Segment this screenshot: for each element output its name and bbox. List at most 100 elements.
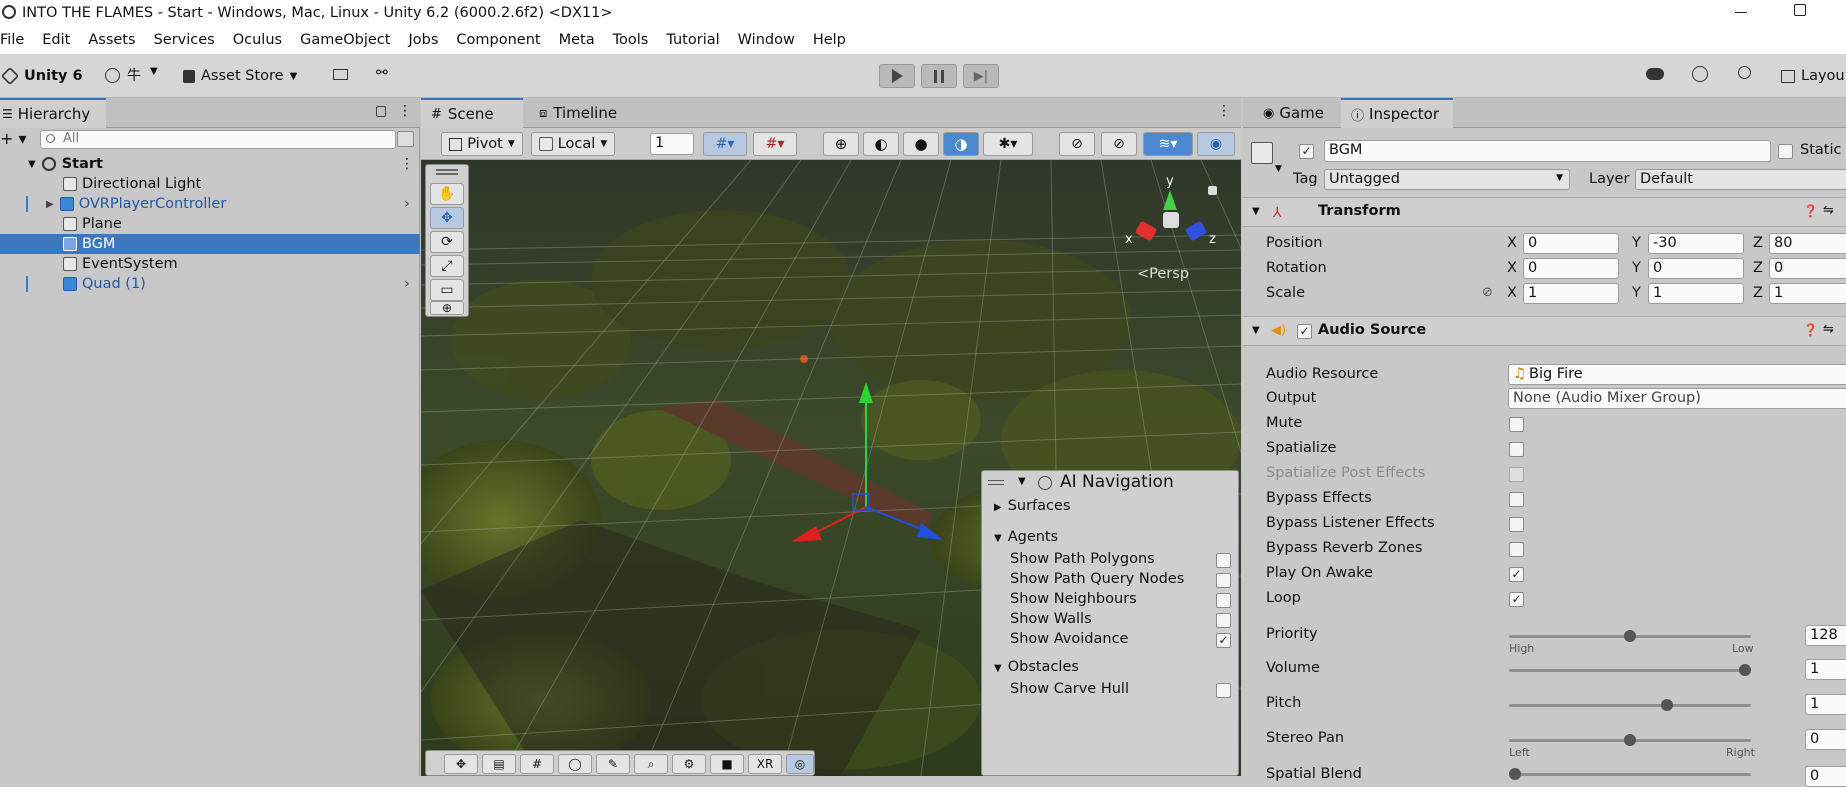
object-name-input[interactable]: BGM: [1324, 140, 1771, 162]
more-icon[interactable]: ⋮: [1217, 103, 1231, 119]
agents-foldout[interactable]: ▼ Agents: [994, 529, 1058, 545]
fx-toggle-icon[interactable]: ⊘: [1101, 132, 1137, 156]
output-field[interactable]: None (Audio Mixer Group): [1508, 388, 1846, 409]
collab-icon[interactable]: 牛: [127, 65, 141, 85]
rotation-y-input[interactable]: 0: [1648, 258, 1744, 279]
hierarchy-item-directional-light[interactable]: Directional Light: [0, 174, 420, 194]
tab-inspector[interactable]: ⓘ Inspector: [1341, 98, 1453, 128]
hierarchy-item-ovrplayercontroller[interactable]: ▶ OVRPlayerController ›: [0, 194, 420, 214]
tab-scene[interactable]: # Scene: [421, 98, 523, 128]
audio-source-enabled-checkbox[interactable]: ✓: [1297, 324, 1312, 339]
search-icon[interactable]: [1738, 66, 1751, 79]
play-button[interactable]: [879, 64, 915, 88]
rotation-x-input[interactable]: 0: [1523, 258, 1619, 279]
position-z-input[interactable]: 80: [1769, 233, 1846, 254]
position-y-axis-label[interactable]: Y: [1632, 235, 1641, 251]
scale-z-axis-label[interactable]: Z: [1753, 285, 1763, 301]
debug-draw-dropdown[interactable]: ✱▾: [983, 132, 1033, 156]
scale-y-axis-label[interactable]: Y: [1632, 285, 1641, 301]
persp-label[interactable]: <Persp: [1137, 266, 1189, 282]
shading-lit-button[interactable]: ◑: [943, 132, 979, 156]
agent-option-checkbox[interactable]: [1216, 613, 1231, 628]
menu-gameobject[interactable]: GameObject: [291, 32, 399, 48]
tab-timeline[interactable]: ⧈ Timeline: [529, 98, 627, 128]
overlay-tool-icon[interactable]: ⌕: [634, 754, 668, 774]
volume-slider-knob[interactable]: [1739, 664, 1751, 676]
audio-toggle-icon[interactable]: ⊘: [1059, 132, 1095, 156]
agent-option-checkbox[interactable]: ✓: [1216, 633, 1231, 648]
audio-check-checkbox[interactable]: ✓: [1509, 592, 1524, 607]
global-icon-button[interactable]: ⊕: [823, 132, 859, 156]
overlay-drag-handle[interactable]: [436, 169, 458, 175]
overlay-tool-icon[interactable]: ◯: [558, 754, 592, 774]
obstacles-foldout[interactable]: ▼ Obstacles: [994, 659, 1079, 675]
active-checkbox[interactable]: ✓: [1299, 144, 1314, 159]
user-icon[interactable]: [105, 68, 120, 83]
overlay-tool-icon[interactable]: ✥: [444, 754, 478, 774]
local-dropdown[interactable]: Local ▼: [531, 132, 615, 156]
menu-window[interactable]: Window: [729, 32, 804, 48]
transform-tool-icon[interactable]: ⊕: [430, 301, 464, 315]
scale-x-input[interactable]: 1: [1523, 283, 1619, 304]
add-icon[interactable]: + ▾: [0, 129, 27, 148]
volume-value-input[interactable]: 1: [1805, 659, 1846, 680]
settings-icon[interactable]: ⇋: [1823, 322, 1834, 337]
tab-hierarchy[interactable]: ☰ Hierarchy: [0, 98, 106, 128]
package-icon[interactable]: [333, 69, 348, 80]
position-y-input[interactable]: -30: [1648, 233, 1744, 254]
menu-oculus[interactable]: Oculus: [224, 32, 291, 48]
increment-snap-toggle[interactable]: #▾: [753, 132, 797, 156]
layer-dropdown[interactable]: Default: [1635, 169, 1846, 190]
overlay-drag-handle[interactable]: [988, 480, 1004, 485]
hierarchy-search-input[interactable]: All: [40, 130, 396, 149]
grid-snap-toggle[interactable]: #▾: [703, 132, 747, 156]
tag-dropdown[interactable]: Untagged ▼: [1324, 169, 1570, 190]
help-icon[interactable]: ❓: [1803, 323, 1818, 337]
step-button[interactable]: ▶|: [963, 64, 999, 88]
transform-header[interactable]: ▼ ⅄ Transform ❓ ⇋: [1243, 197, 1846, 227]
settings-icon[interactable]: ⇋: [1823, 203, 1834, 218]
orientation-gizmo[interactable]: y x z: [1121, 174, 1221, 260]
chevron-right-icon[interactable]: ›: [404, 196, 410, 212]
chevron-down-icon[interactable]: ▼: [1275, 164, 1282, 174]
minimize-icon[interactable]: [1735, 12, 1747, 13]
more-icon[interactable]: ⋮: [398, 103, 412, 119]
audio-check-checkbox[interactable]: [1509, 492, 1524, 507]
menu-file[interactable]: File: [0, 32, 33, 48]
menu-edit[interactable]: Edit: [33, 32, 79, 48]
pitch-slider-knob[interactable]: [1661, 699, 1673, 711]
chevron-right-icon[interactable]: ›: [404, 276, 410, 292]
rotation-z-input[interactable]: 0: [1769, 258, 1846, 279]
audio-check-checkbox[interactable]: [1509, 517, 1524, 532]
hand-tool-icon[interactable]: ✋: [430, 183, 464, 205]
help-icon[interactable]: ❓: [1803, 204, 1818, 218]
priority-slider[interactable]: [1509, 630, 1751, 642]
position-x-input[interactable]: 0: [1523, 233, 1619, 254]
static-checkbox[interactable]: [1778, 144, 1793, 159]
surfaces-foldout[interactable]: ▶ Surfaces: [994, 498, 1071, 514]
chevron-down-icon[interactable]: ▼: [150, 66, 158, 77]
priority-slider-knob[interactable]: [1624, 630, 1636, 642]
menu-component[interactable]: Component: [447, 32, 549, 48]
xr-button[interactable]: XR: [748, 754, 782, 774]
menu-services[interactable]: Services: [145, 32, 224, 48]
show-carve-hull-checkbox[interactable]: [1216, 683, 1231, 698]
constrain-proportions-icon[interactable]: ⊘: [1482, 285, 1493, 300]
pause-button[interactable]: [921, 64, 957, 88]
menu-assets[interactable]: Assets: [79, 32, 144, 48]
scale-y-input[interactable]: 1: [1648, 283, 1744, 304]
account-button[interactable]: Unity 6: [0, 64, 83, 88]
priority-value-input[interactable]: 128: [1805, 625, 1846, 646]
cloud-icon[interactable]: [1646, 68, 1664, 80]
pitch-value-input[interactable]: 1: [1805, 694, 1846, 715]
scale-x-axis-label[interactable]: X: [1507, 285, 1517, 301]
gizmos-toggle[interactable]: ◉: [1197, 132, 1235, 156]
menu-meta[interactable]: Meta: [550, 32, 604, 48]
stereo-pan-slider-knob[interactable]: [1624, 734, 1636, 746]
menu-tools[interactable]: Tools: [604, 32, 658, 48]
scene-viewport[interactable]: ✋ ✥ ⟳ ⤢ ▭ ⊕ y x z <Persp ▼ AI Navigation…: [421, 160, 1241, 776]
more-icon[interactable]: ⋮: [400, 156, 414, 172]
stereo-pan-slider[interactable]: [1509, 734, 1751, 746]
shading-wireframe-button[interactable]: ◐: [863, 132, 899, 156]
scale-tool-icon[interactable]: ⤢: [430, 255, 464, 277]
